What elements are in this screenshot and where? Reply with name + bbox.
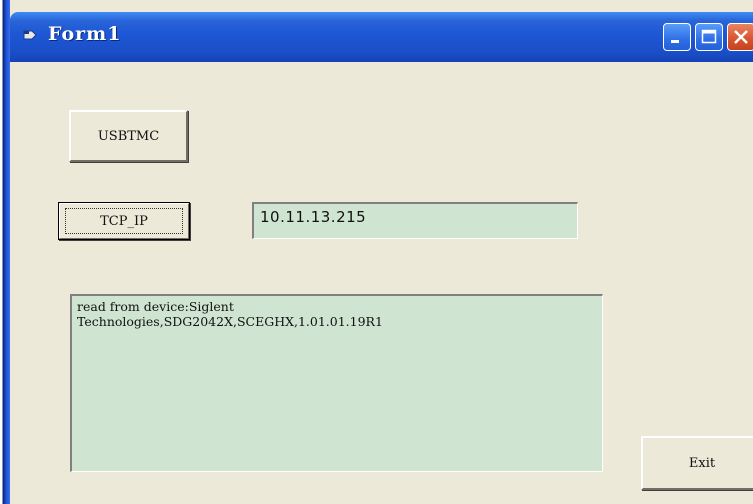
- usbtmc-button[interactable]: USBTMC: [69, 110, 188, 162]
- device-output-textarea[interactable]: read from device:Siglent Technologies,SD…: [70, 294, 603, 472]
- close-button[interactable]: [727, 23, 753, 51]
- form-client-area: USBTMC TCP_IP 10.11.13.215 read from dev…: [10, 62, 753, 504]
- exit-button-label: Exit: [688, 455, 716, 471]
- close-icon: [734, 30, 748, 44]
- focus-rectangle: [65, 208, 183, 234]
- app-form-icon: [22, 28, 38, 42]
- title-bar[interactable]: Form1: [10, 12, 753, 62]
- window-left-edge: [0, 0, 10, 504]
- tcpip-button[interactable]: TCP_IP: [58, 202, 190, 240]
- usbtmc-button-label: USBTMC: [97, 128, 160, 144]
- maximize-button[interactable]: [695, 23, 723, 51]
- maximize-icon: [701, 29, 717, 44]
- window-title: Form1: [48, 23, 122, 45]
- form1-window: Form1 USBTMC TCP_IP 10.11.13.215 read fr…: [0, 0, 753, 504]
- ip-address-input[interactable]: 10.11.13.215: [252, 202, 578, 239]
- minimize-button[interactable]: [663, 23, 691, 51]
- exit-button[interactable]: Exit: [641, 436, 753, 490]
- minimize-icon: [671, 40, 679, 43]
